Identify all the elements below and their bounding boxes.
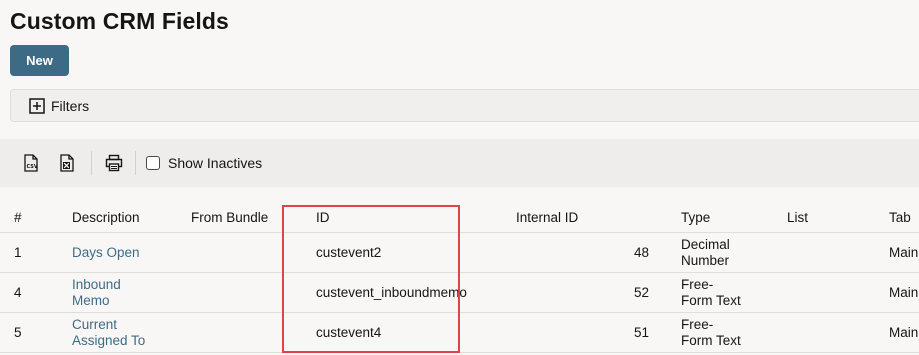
- row-number: 1: [0, 232, 72, 273]
- internal-id-cell: 48: [516, 232, 681, 273]
- column-header-internal-id[interactable]: Internal ID: [516, 202, 681, 233]
- page-title: Custom CRM Fields: [10, 8, 229, 34]
- column-header-description[interactable]: Description: [72, 202, 191, 233]
- list-cell: [787, 312, 889, 353]
- row-number: 5: [0, 312, 72, 353]
- row-number: 4: [0, 272, 72, 313]
- excel-export-icon[interactable]: [56, 152, 78, 174]
- show-inactives-label[interactable]: Show Inactives: [168, 155, 262, 171]
- column-header-num[interactable]: #: [0, 202, 72, 233]
- id-cell: custevent2: [306, 232, 516, 273]
- description-link[interactable]: Inbound Memo: [72, 277, 132, 309]
- table-header-row: # Description From Bundle ID Internal ID…: [0, 202, 919, 233]
- type-cell: Free-Form Text: [681, 276, 741, 308]
- tab-cell: Main: [889, 312, 919, 353]
- custom-fields-table: # Description From Bundle ID Internal ID…: [0, 202, 919, 353]
- table-row: 4 Inbound Memo custevent_inboundmemo 52 …: [0, 272, 919, 313]
- csv-export-icon[interactable]: CSV: [20, 152, 42, 174]
- from-bundle-cell: [191, 232, 306, 273]
- table-row: 1 Days Open custevent2 48 Decimal Number…: [0, 232, 919, 273]
- id-cell: custevent4: [306, 312, 516, 353]
- column-header-tab[interactable]: Tab: [889, 202, 919, 233]
- show-inactives-checkbox[interactable]: [146, 156, 160, 170]
- new-button[interactable]: New: [10, 45, 69, 76]
- expand-plus-icon[interactable]: [29, 97, 45, 114]
- table-row: 5 Current Assigned To custevent4 51 Free…: [0, 312, 919, 353]
- column-header-type[interactable]: Type: [681, 202, 787, 233]
- column-header-id[interactable]: ID: [306, 202, 516, 233]
- filters-bar[interactable]: Filters: [10, 89, 919, 122]
- type-cell: Free-Form Text: [681, 316, 741, 348]
- from-bundle-cell: [191, 312, 306, 353]
- internal-id-cell: 51: [516, 312, 681, 353]
- id-cell: custevent_inboundmemo: [306, 272, 516, 313]
- toolbar-divider: [91, 151, 92, 175]
- type-cell: Decimal Number: [681, 236, 730, 268]
- list-toolbar: CSV Show Inactives: [0, 139, 919, 187]
- list-cell: [787, 272, 889, 313]
- list-cell: [787, 232, 889, 273]
- column-header-from-bundle[interactable]: From Bundle: [191, 202, 306, 233]
- tab-cell: Main: [889, 272, 919, 313]
- print-icon[interactable]: [103, 152, 125, 174]
- svg-text:CSV: CSV: [27, 164, 38, 170]
- toolbar-divider: [135, 151, 136, 175]
- column-header-list[interactable]: List: [787, 202, 889, 233]
- from-bundle-cell: [191, 272, 306, 313]
- internal-id-cell: 52: [516, 272, 681, 313]
- tab-cell: Main: [889, 232, 919, 273]
- filters-label: Filters: [51, 97, 90, 114]
- description-link[interactable]: Current Assigned To: [72, 317, 162, 349]
- description-link[interactable]: Days Open: [72, 245, 140, 260]
